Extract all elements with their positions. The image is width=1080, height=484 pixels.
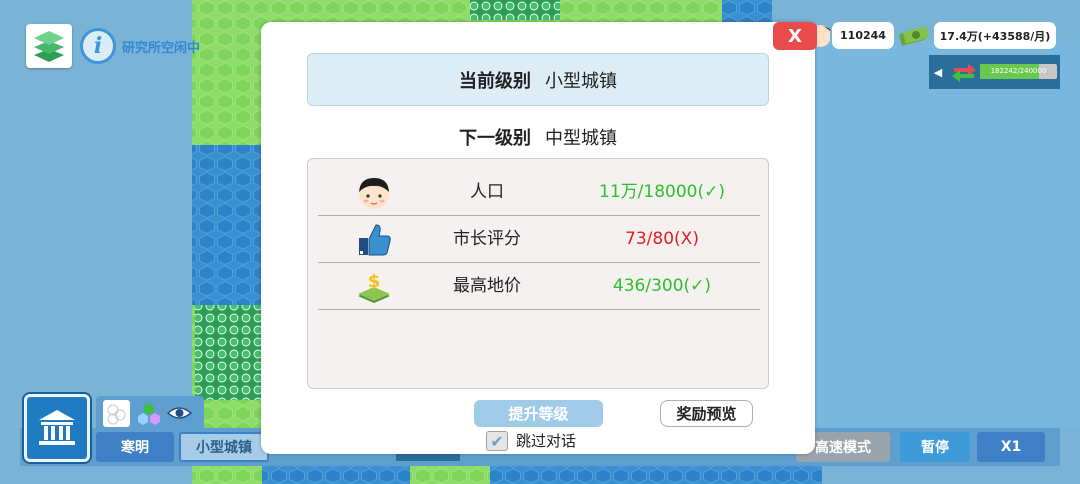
close-button[interactable]: X <box>773 22 817 50</box>
requirement-row-population: 人口 11万/18000(✓) <box>318 169 760 216</box>
thumbs-up-icon <box>359 224 391 256</box>
trade-progress-bar: 182242/240000 <box>980 64 1057 79</box>
person-face-icon <box>359 178 389 209</box>
upgrade-button[interactable]: 提升等级 <box>474 400 603 427</box>
checkmark-icon: ✔ <box>490 431 504 451</box>
requirement-row-land-price: $ 最高地价 436/300(✓) <box>318 263 760 310</box>
game-speed-button[interactable]: X1 <box>977 432 1045 462</box>
land-price-icon: $ <box>358 271 390 303</box>
requirements-box: 人口 11万/18000(✓) 市长评分 73/80(X) $ 最高地价 436… <box>307 158 769 389</box>
info-icon[interactable]: i <box>80 28 116 64</box>
money-counter: 17.4万(+43588/月) <box>934 22 1056 49</box>
hex-grid-icon[interactable] <box>103 400 130 427</box>
town-level-button[interactable]: 小型城镇 <box>179 432 269 462</box>
bank-building-icon <box>39 410 75 445</box>
map-layers-button[interactable] <box>26 24 72 68</box>
requirement-name: 最高地价 <box>453 276 521 296</box>
trade-progress-text: 182242/240000 <box>990 67 1047 75</box>
current-level-panel: 当前级别 小型城镇 <box>307 53 769 106</box>
hex-colors-icon[interactable] <box>136 400 163 427</box>
eye-icon[interactable] <box>166 400 193 427</box>
next-level-row: 下一级别 中型城镇 <box>307 122 769 152</box>
reward-preview-button[interactable]: 奖励预览 <box>660 400 753 427</box>
current-level-label: 当前级别 <box>459 70 531 92</box>
population-counter: 110244 <box>832 22 894 49</box>
requirement-row-rating: 市长评分 73/80(X) <box>318 216 760 263</box>
skip-dialog-checkbox[interactable]: ✔ <box>486 431 508 451</box>
next-level-value: 中型城镇 <box>545 128 617 149</box>
skip-dialog-label[interactable]: 跳过对话 <box>516 431 576 451</box>
collapse-arrow-icon[interactable]: ◀ <box>929 55 947 89</box>
money-icon <box>899 26 929 46</box>
pause-button[interactable]: 暂停 <box>900 432 970 462</box>
layers-icon <box>34 31 64 62</box>
city-hall-button[interactable] <box>24 394 90 462</box>
requirement-value: 73/80(X) <box>625 229 699 249</box>
trade-exchange-icon[interactable] <box>950 60 978 84</box>
requirement-value: 436/300(✓) <box>612 276 712 296</box>
lab-status-text[interactable]: 研究所空闲中 <box>122 37 200 56</box>
current-level-value: 小型城镇 <box>545 70 617 92</box>
era-button[interactable]: 寒明 <box>96 432 174 462</box>
next-level-label: 下一级别 <box>459 128 531 149</box>
requirement-name: 市长评分 <box>453 229 521 249</box>
requirement-value: 11万/18000(✓) <box>599 182 725 202</box>
requirement-name: 人口 <box>470 182 504 202</box>
svg-text:$: $ <box>368 271 381 292</box>
